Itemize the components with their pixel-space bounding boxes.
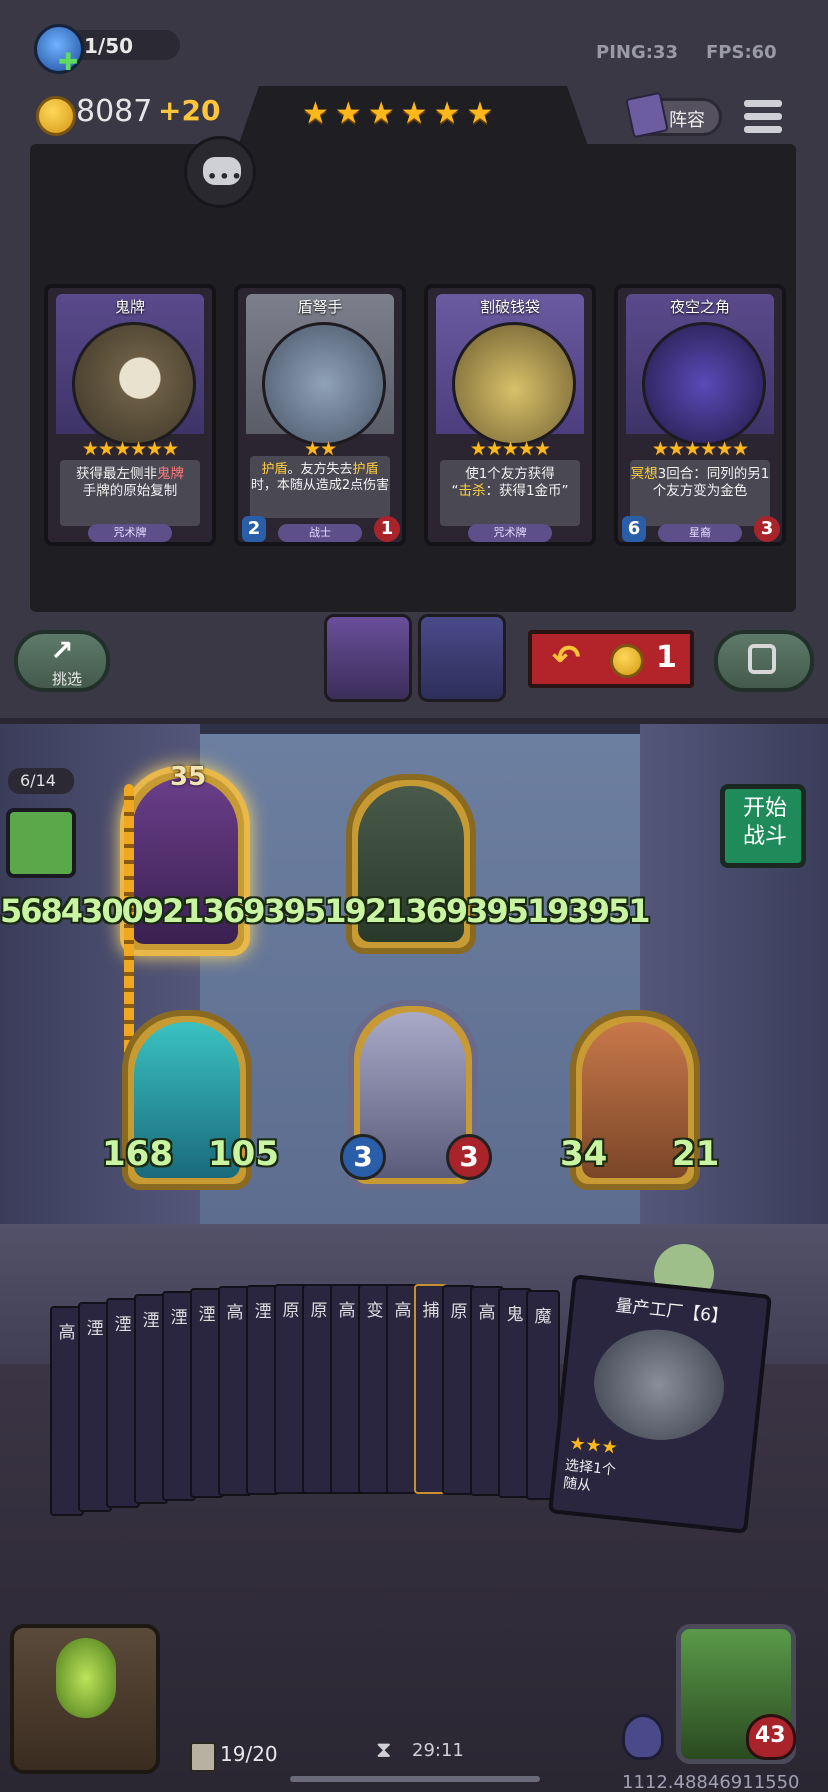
shop-card[interactable]: 夜空之角 ★★★★★★ 冥想3回合：同列的另1个友方变为金色 6 星裔 3 bbox=[614, 284, 786, 546]
card-name: 割破钱袋 bbox=[479, 298, 540, 316]
card-art-coins bbox=[452, 322, 576, 446]
featured-card-art bbox=[588, 1323, 730, 1447]
chat-button[interactable]: ••• bbox=[184, 136, 256, 208]
coin-icon bbox=[610, 644, 644, 678]
unit-attack: 34 bbox=[560, 1134, 608, 1174]
attack-orb: 3 bbox=[340, 1134, 386, 1180]
health-orb: 3 bbox=[446, 1134, 492, 1180]
player-count-pill: ✚ 1/50 bbox=[20, 24, 180, 76]
opponent-count: 6/14 bbox=[20, 771, 56, 790]
menu-icon[interactable] bbox=[744, 98, 784, 136]
fps-readout: FPS:60 bbox=[706, 42, 777, 63]
opponent-portrait[interactable] bbox=[6, 808, 76, 878]
ping-readout: PING:33 bbox=[596, 42, 678, 63]
plus-icon: ✚ bbox=[58, 48, 79, 76]
shop-card[interactable]: 盾弩手 ★★ 护盾。友方失去护盾时，本随从造成2点伤害 2 战士 1 bbox=[234, 284, 406, 546]
card-stars: ★★★★★★ bbox=[81, 438, 179, 460]
hero-health: 43 bbox=[755, 1723, 786, 1748]
gold-amount: 8087 bbox=[76, 94, 153, 129]
deck-count: 19/20 bbox=[220, 1742, 278, 1766]
home-indicator bbox=[290, 1776, 540, 1782]
featured-card-title: 量产工厂【6】 bbox=[614, 1295, 729, 1328]
arrow-up-right-icon: ↗ bbox=[50, 634, 74, 667]
card-stars: ★★★★★★ bbox=[651, 438, 749, 460]
shop-panel: ✚ 1/50 PING:33 FPS:60 8087 +20 ★★★★★★ 阵容… bbox=[0, 0, 828, 724]
unit-health: 105 bbox=[208, 1134, 279, 1174]
card-art-shield bbox=[262, 322, 386, 446]
featured-card-desc: 选择1个 随从 bbox=[562, 1457, 617, 1495]
deck-counter: 19/20 bbox=[190, 1740, 290, 1772]
gold-display: 8087 +20 bbox=[30, 92, 220, 136]
featured-card[interactable]: 量产工厂【6】 ★★★ 选择1个 随从 bbox=[548, 1274, 772, 1534]
footer-number: 1112.48846911550 bbox=[622, 1772, 800, 1792]
refresh-cost: 1 bbox=[656, 640, 677, 675]
book-icon bbox=[625, 91, 669, 139]
tavern-tier-stars: ★★★★★★ bbox=[302, 96, 500, 131]
hero-portrait-magician[interactable] bbox=[418, 614, 506, 702]
card-desc: 冥想3回合：同列的另1个友方变为金色 bbox=[630, 460, 770, 526]
refresh-icon: ↶ bbox=[552, 638, 581, 678]
shop-card[interactable]: 割破钱袋 ★★★★★ 使1个友方获得 “击杀：获得1金币” 咒术牌 bbox=[424, 284, 596, 546]
health-badge: 1 bbox=[374, 516, 400, 542]
card-art-skeleton bbox=[72, 322, 196, 446]
unit-attack: 168 bbox=[102, 1134, 173, 1174]
lock-icon bbox=[748, 644, 776, 674]
card-type: 咒术牌 bbox=[468, 524, 552, 542]
treasure-chest[interactable] bbox=[10, 1624, 160, 1774]
opponent-counter: 6/14 bbox=[8, 768, 74, 794]
card-name: 鬼牌 bbox=[114, 298, 145, 316]
card-desc: 获得最左侧非鬼牌 手牌的原始复制 bbox=[60, 460, 200, 526]
attack-badge: 2 bbox=[242, 516, 266, 542]
card-desc: 护盾。友方失去护盾时，本随从造成2点伤害 bbox=[250, 456, 390, 518]
lineup-button[interactable]: 阵容 bbox=[625, 91, 722, 139]
card-stars: ★★★★★ bbox=[469, 438, 551, 460]
hourglass-icon: ⧗ bbox=[376, 1738, 392, 1763]
card-name: 夜空之角 bbox=[669, 298, 730, 316]
freeze-button[interactable] bbox=[714, 630, 814, 692]
card-name: 盾弩手 bbox=[297, 298, 343, 316]
refresh-button[interactable]: ↶ 1 bbox=[528, 630, 694, 688]
shop-card[interactable]: 鬼牌 ★★★★★★ 获得最左侧非鬼牌 手牌的原始复制 咒术牌 bbox=[44, 284, 216, 546]
front-row-stats: 56843009213693951921369395193951 bbox=[0, 892, 651, 930]
unit-health: 21 bbox=[672, 1134, 720, 1174]
card-type: 咒术牌 bbox=[88, 524, 172, 542]
start-battle-button[interactable]: 开始 战斗 bbox=[720, 784, 806, 868]
coin-icon bbox=[36, 96, 76, 136]
level-badge: 35 bbox=[170, 762, 207, 792]
shield-icon[interactable] bbox=[622, 1714, 664, 1760]
cards-icon bbox=[190, 1742, 216, 1772]
turn-timer: 29:11 bbox=[412, 1740, 464, 1761]
player-count: 1/50 bbox=[84, 34, 134, 58]
health-badge: 3 bbox=[754, 516, 780, 542]
start-battle-label: 开始 战斗 bbox=[742, 796, 787, 849]
hero-health-heart: 43 bbox=[746, 1714, 796, 1760]
featured-card-stars: ★★★ bbox=[568, 1432, 619, 1459]
card-type: 战士 bbox=[278, 524, 362, 542]
card-type: 星裔 bbox=[658, 524, 742, 542]
attack-badge: 6 bbox=[622, 516, 646, 542]
pick-button[interactable]: ↗ 挑选 bbox=[14, 630, 110, 692]
gold-gain: +20 bbox=[158, 94, 221, 127]
lineup-label: 阵容 bbox=[669, 110, 705, 131]
hero-portrait-carousel[interactable] bbox=[324, 614, 412, 702]
battle-board: 6/14 开始 战斗 35 56843009213693951921369395… bbox=[0, 724, 828, 1792]
pick-label: 挑选 bbox=[52, 670, 83, 688]
card-desc: 使1个友方获得 “击杀：获得1金币” bbox=[440, 460, 580, 526]
green-eye-icon bbox=[56, 1638, 116, 1718]
card-art-night-bull bbox=[642, 322, 766, 446]
hand-fan: 高 湮 湮 湮 湮 湮 高 湮 原 原 高 变 高 捕 原 高 鬼 魔 bbox=[50, 1284, 610, 1516]
